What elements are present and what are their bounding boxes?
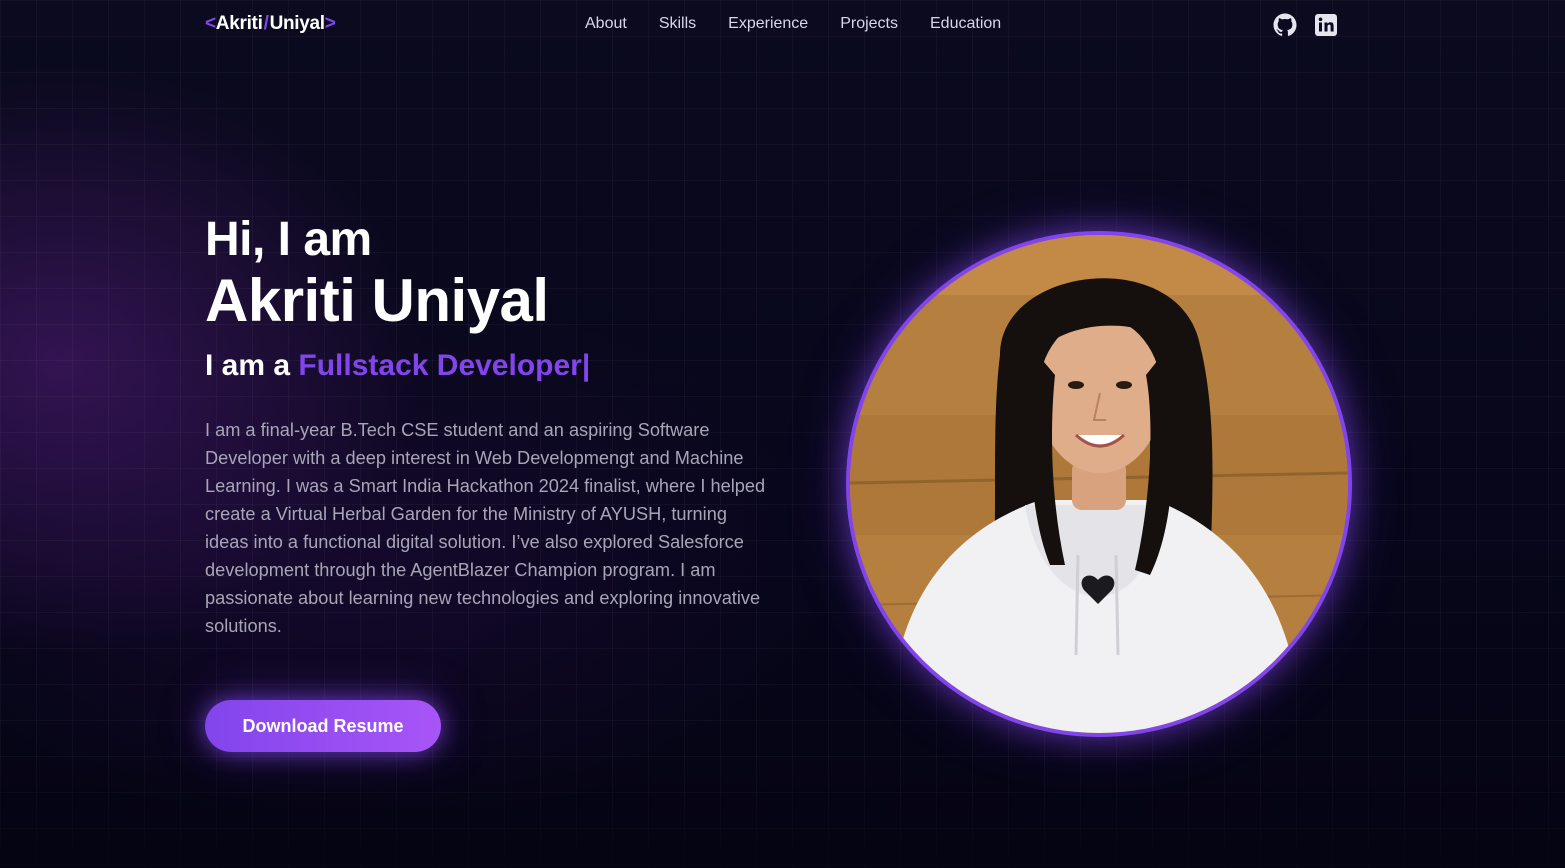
logo-last-name: Uniyal: [269, 13, 326, 34]
nav-link-experience[interactable]: Experience: [728, 15, 808, 33]
nav-link-skills[interactable]: Skills: [659, 15, 696, 33]
nav-link-education[interactable]: Education: [930, 15, 1001, 33]
hero-name: Akriti Uniyal: [205, 267, 549, 334]
logo-open-bracket: <: [205, 13, 216, 34]
nav-link-projects[interactable]: Projects: [840, 15, 898, 33]
bottom-fade: [0, 758, 1565, 868]
portfolio-page: < Akriti / Uniyal > About Skills Experie…: [0, 0, 1565, 868]
logo-close-bracket: >: [324, 13, 336, 34]
download-resume-button[interactable]: Download Resume: [205, 700, 441, 752]
hero-bio: I am a final-year B.Tech CSE student and…: [205, 420, 766, 636]
profile-photo: [846, 231, 1352, 737]
logo-first-name: Akriti: [215, 13, 263, 34]
hero-greeting: Hi, I am: [205, 213, 372, 266]
hero-role: I am a Fullstack Developer|: [205, 346, 775, 386]
logo[interactable]: < Akriti / Uniyal >: [205, 13, 336, 35]
social-links: [1273, 13, 1338, 37]
nav-link-about[interactable]: About: [585, 15, 627, 33]
logo-slash: /: [263, 13, 269, 34]
github-icon[interactable]: [1273, 13, 1297, 37]
hero-text: Hi, I am Akriti Uniyal I am a Fullstack …: [205, 212, 775, 640]
hero-role-prefix: I am a: [205, 349, 299, 382]
hero-role-typed: Fullstack Developer|: [298, 349, 591, 382]
nav-links: About Skills Experience Projects Educati…: [585, 15, 1001, 33]
linkedin-icon[interactable]: [1314, 13, 1338, 37]
navbar: < Akriti / Uniyal > About Skills Experie…: [0, 0, 1565, 52]
